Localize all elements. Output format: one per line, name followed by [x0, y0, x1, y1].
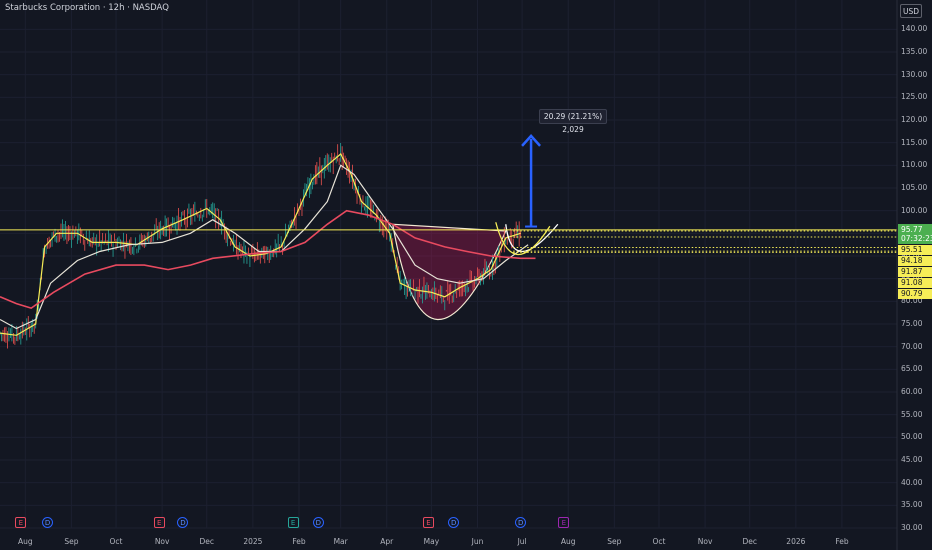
price-level-tag: 91.87	[898, 266, 932, 277]
price-tick-label: 60.00	[901, 387, 923, 396]
price-tick-label: 65.00	[901, 364, 923, 374]
chart-title: Starbucks Corporation · 12h · NASDAQ	[5, 3, 169, 13]
price-tick-label: 115.00	[901, 137, 928, 147]
earnings-marker-icon[interactable]: E	[153, 517, 165, 528]
projection-label[interactable]: 20.29 (21.21%) 2,029	[539, 109, 607, 134]
time-tick-label: Sep	[64, 537, 79, 546]
price-tick-label: 125.00	[901, 92, 928, 102]
price-tick-label: 75.00	[901, 319, 923, 328]
time-tick-label: Oct	[652, 537, 666, 546]
price-tick-label: 120.00	[901, 115, 928, 124]
price-tick-label: 100.00	[901, 205, 928, 215]
time-tick-label: Nov	[697, 537, 713, 546]
price-level-tag: 94.18	[898, 255, 932, 266]
bar-countdown: 07:32:23	[901, 233, 932, 243]
price-level-tag: 90.79	[898, 288, 932, 299]
price-tick-label: 110.00	[901, 160, 928, 170]
handle-pattern	[495, 222, 551, 256]
price-tick-label: 70.00	[901, 341, 923, 351]
earnings-marker-icon[interactable]: E	[15, 517, 27, 528]
currency-button[interactable]: USD	[900, 4, 922, 18]
earnings-marker-icon[interactable]: E	[422, 517, 434, 528]
price-level-tag: 91.08	[898, 277, 932, 288]
price-tick-label: 35.00	[901, 500, 923, 510]
price-tick-label: 140.00	[901, 24, 928, 34]
price-tick-label: 55.00	[901, 409, 923, 419]
cup-shape	[391, 223, 507, 321]
earnings-marker-icon[interactable]: E	[558, 517, 570, 528]
price-tick-label: 50.00	[901, 432, 923, 442]
price-tick-label: 30.00	[901, 523, 923, 532]
time-tick-label: 2025	[243, 537, 263, 546]
time-tick-label: Dec	[199, 537, 215, 546]
price-tick-label: 130.00	[901, 69, 928, 79]
time-tick-label: Feb	[292, 537, 306, 546]
time-tick-label: Jun	[471, 537, 484, 546]
price-tick-label: 45.00	[901, 455, 923, 464]
time-tick-label: Sep	[607, 537, 622, 546]
current-price-value: 95.77	[901, 224, 923, 234]
time-tick-label: Aug	[17, 537, 33, 546]
earnings-marker-icon[interactable]: E	[287, 517, 299, 528]
dividend-marker-icon[interactable]: D	[312, 517, 324, 528]
price-tick-label: 105.00	[901, 183, 928, 192]
price-tick-label: 135.00	[901, 47, 928, 56]
time-tick-label: May	[423, 537, 440, 546]
price-tick-label: 40.00	[901, 477, 923, 487]
time-tick-label: Mar	[333, 537, 348, 546]
price-chart[interactable]	[0, 0, 932, 550]
time-tick-label: Feb	[835, 537, 849, 546]
time-tick-label: Apr	[380, 537, 394, 546]
cup-pattern[interactable]	[391, 223, 507, 321]
time-tick-label: Jul	[517, 537, 527, 546]
time-tick-label: Aug	[560, 537, 576, 546]
current-price-tag: 95.77 07:32:23	[898, 223, 932, 244]
projection-arrow[interactable]	[521, 133, 541, 228]
price-level-tag: 95.51	[898, 244, 932, 255]
time-tick-label: Dec	[742, 537, 757, 546]
time-tick-label: 2026	[786, 537, 806, 546]
time-tick-label: Nov	[154, 537, 170, 546]
time-tick-label: Oct	[109, 537, 123, 546]
